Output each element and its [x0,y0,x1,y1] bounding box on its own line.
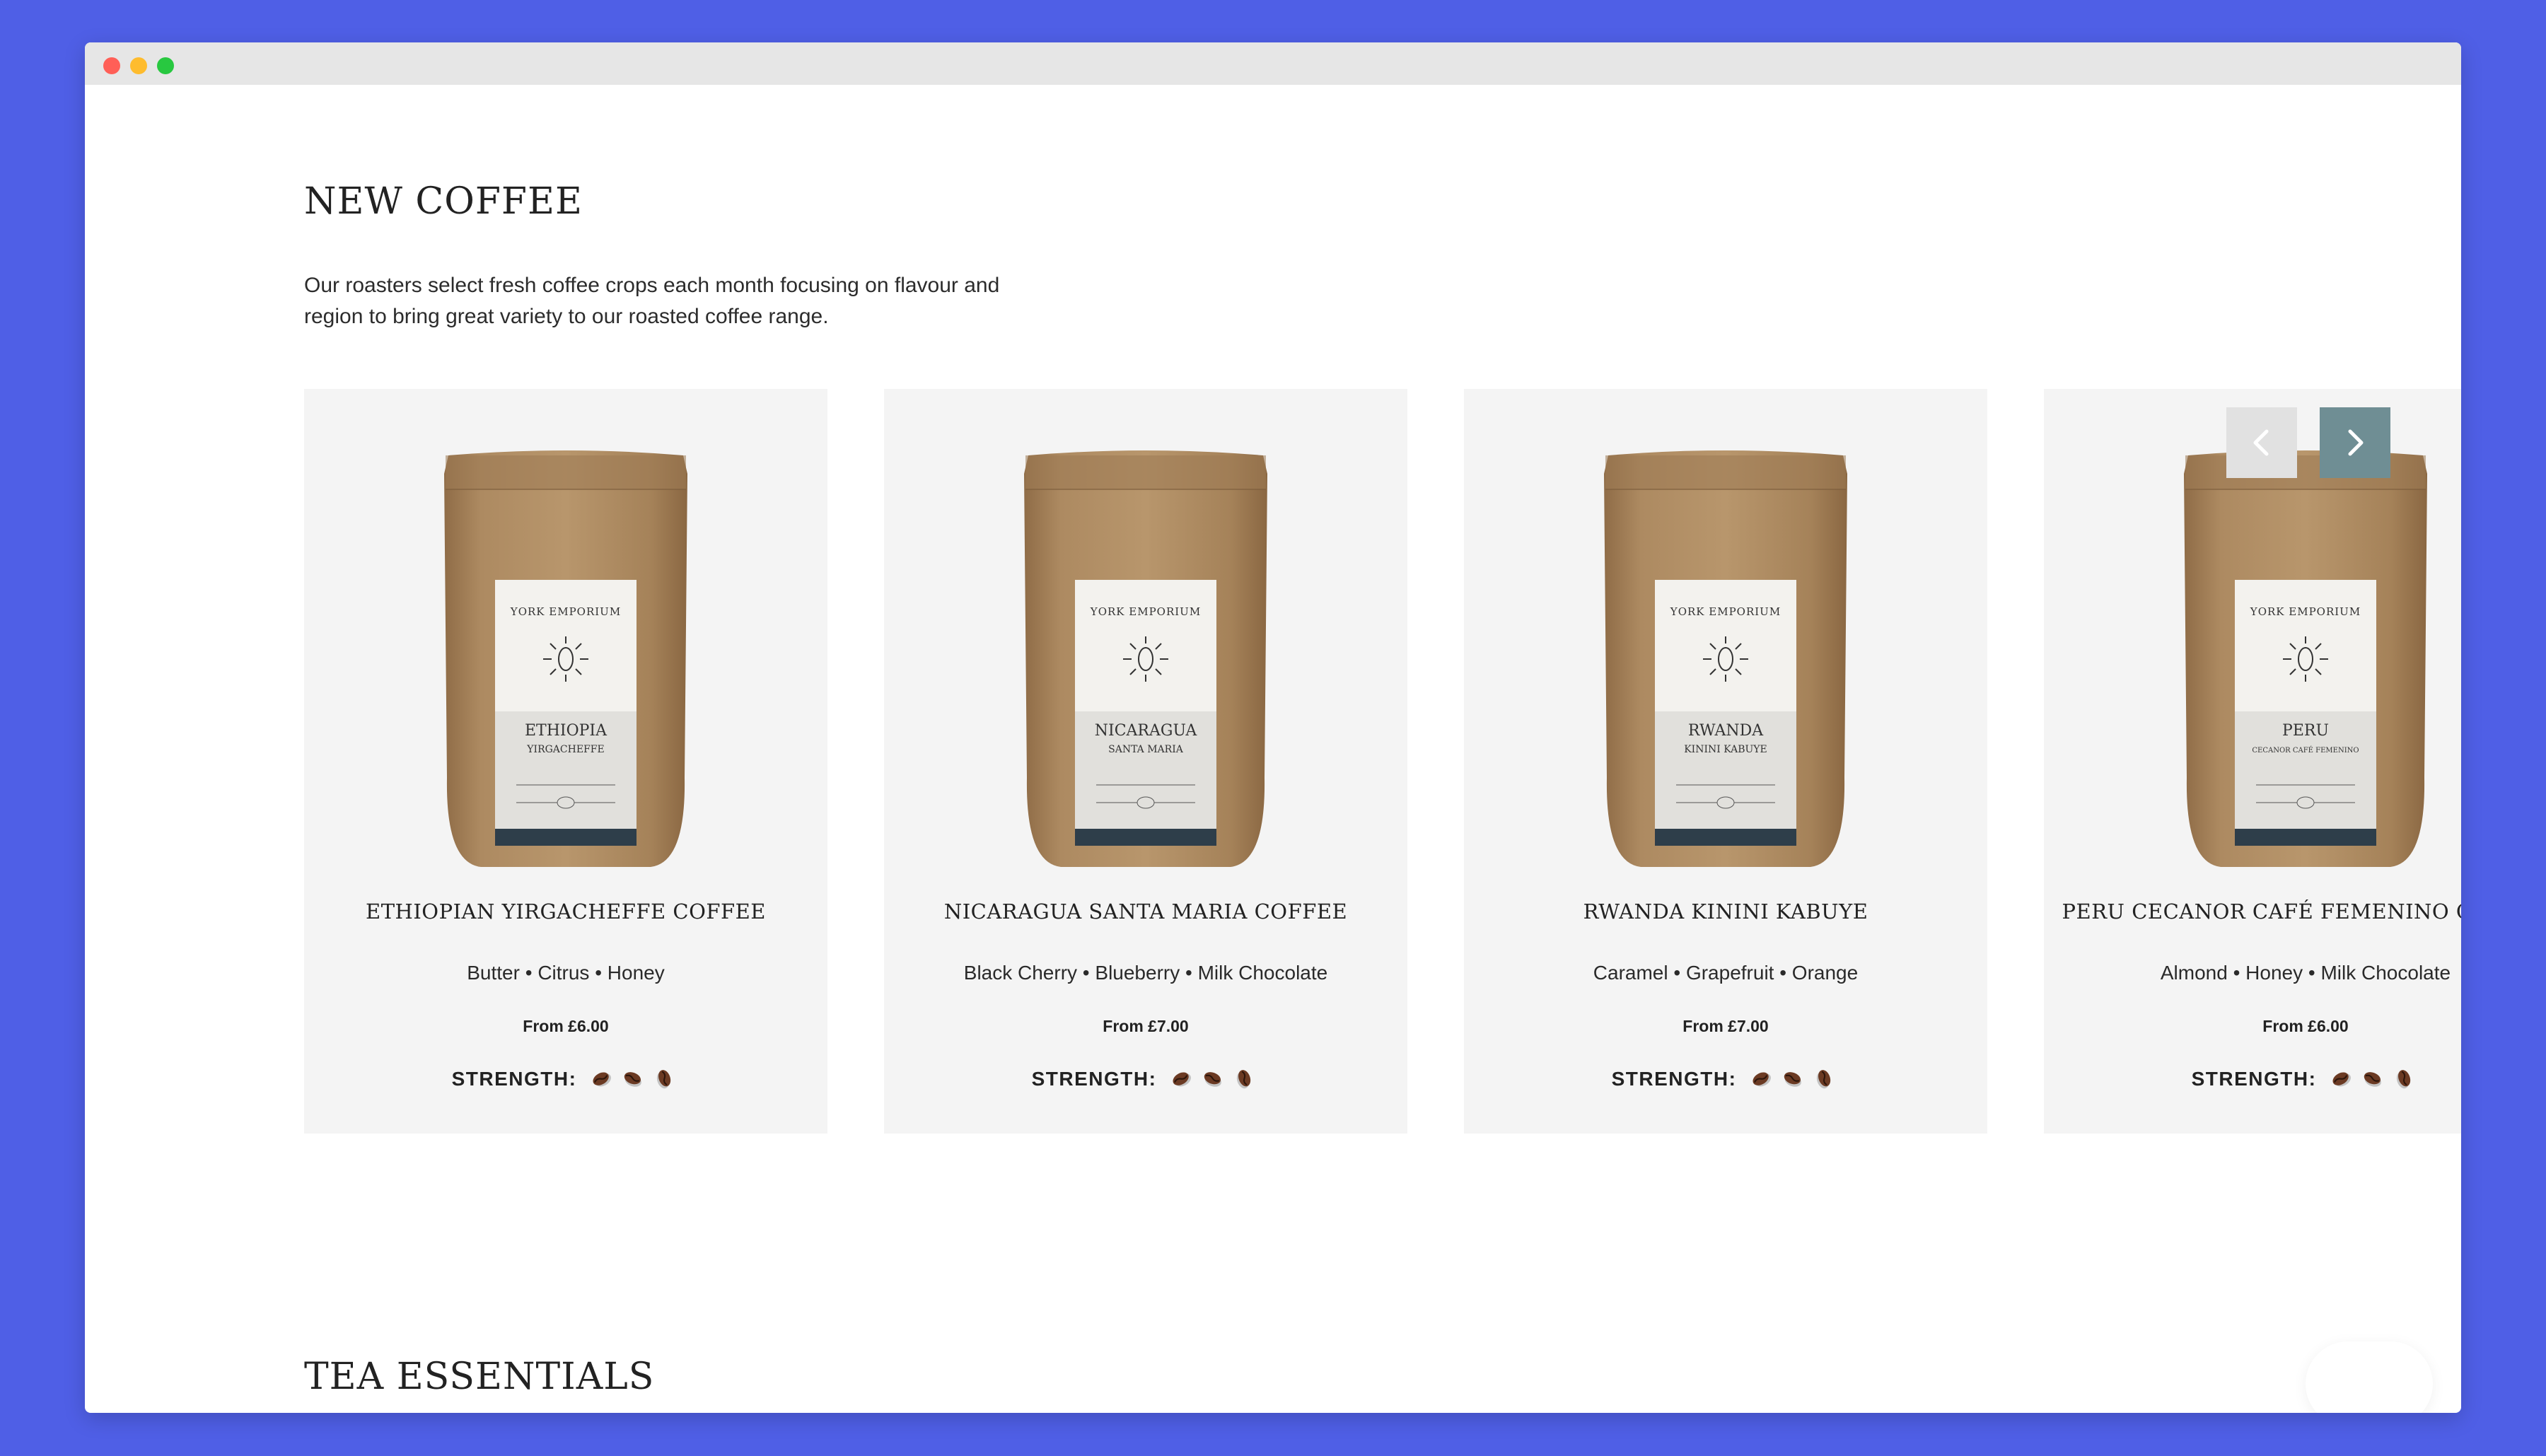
tasting-notes: Caramel • Grapefruit • Orange [1593,962,1859,984]
product-name-link[interactable]: PERU CECANOR CAFÉ FEMENINO COFFEE [2044,899,2461,924]
coffee-bean-icon [2332,1072,2352,1087]
bag-region-label: CECANOR CAFÉ FEMENINO [2252,746,2359,755]
coffee-bean-icon [1752,1072,1772,1087]
strength-rating: STRENGTH: [304,1068,827,1090]
new-coffee-heading: NEW COFFEE [304,180,583,223]
bag-origin-label: NICARAGUA [1095,722,1198,740]
bag-origin-label: RWANDA [1688,722,1764,740]
strength-label: STRENGTH: [1611,1068,1737,1090]
page-content: NEW COFFEE Our roasters select fresh cof… [85,85,2461,1413]
maximize-window-button[interactable] [157,57,174,74]
tasting-notes: Butter • Citrus • Honey [467,962,665,984]
bag-region-label: YIRGACHEFFE [526,744,604,755]
coffee-bag-image[interactable]: YORK EMPORIUM PERU CECANOR CAFÉ FEMENINO [2178,445,2433,870]
coffee-bean-icon [624,1072,642,1087]
coffee-bag-image[interactable]: YORK EMPORIUM NICARAGUA SANTA MARIA [1018,445,1273,870]
bag-brand-label: YORK EMPORIUM [510,605,621,618]
coffee-bean-icon [1784,1072,1802,1087]
chevron-right-icon [2348,429,2364,456]
bag-region-label: SANTA MARIA [1108,744,1184,755]
coffee-bean-icon [2364,1072,2382,1087]
coffee-bean-icon [1173,1072,1192,1087]
coffee-bean-icon [657,1070,671,1089]
product-name-link[interactable]: ETHIOPIAN YIRGACHEFFE COFFEE [304,899,827,924]
new-coffee-intro: Our roasters select fresh coffee crops e… [304,274,1000,328]
product-price: From £7.00 [1682,1017,1769,1035]
coffee-bag-image[interactable]: YORK EMPORIUM ETHIOPIA YIRGACHEFFE [438,445,693,870]
tasting-notes: Black Cherry • Blueberry • Milk Chocolat… [963,962,1328,984]
window-titlebar [85,42,2461,85]
product-price: From £7.00 [1103,1017,1189,1035]
browser-window: NEW COFFEE Our roasters select fresh cof… [85,42,2461,1413]
strength-rating: STRENGTH: [2044,1068,2461,1090]
coffee-bean-icon [1204,1072,1222,1087]
coffee-bean-icon [593,1072,612,1087]
bag-brand-label: YORK EMPORIUM [1670,605,1781,618]
product-card[interactable]: YORK EMPORIUM NICARAGUA SANTA MARIA NICARAG… [884,389,1407,1134]
product-price: From £6.00 [523,1017,609,1035]
tea-essentials-heading: TEA ESSENTIALS [304,1356,655,1398]
minimize-window-button[interactable] [130,57,147,74]
bag-origin-label: PERU [2282,722,2329,740]
product-card[interactable]: YORK EMPORIUM RWANDA KININI KABUYE RWANDA K… [1464,389,1987,1134]
strength-label: STRENGTH: [1031,1068,1157,1090]
strength-rating: STRENGTH: [884,1068,1407,1090]
coffee-bean-icon [1237,1070,1251,1089]
bag-region-label: KININI KABUYE [1684,744,1767,755]
strength-label: STRENGTH: [2191,1068,2317,1090]
carousel-next-button[interactable] [2320,407,2390,478]
chevron-left-icon [2253,429,2269,456]
bag-origin-label: ETHIOPIA [525,722,608,740]
tasting-notes: Almond • Honey • Milk Chocolate [2160,962,2451,984]
chat-widget-button[interactable] [2306,1341,2433,1413]
product-price: From £6.00 [2262,1017,2349,1035]
coffee-bag-image[interactable]: YORK EMPORIUM RWANDA KININI KABUYE [1598,445,1853,870]
product-name-link[interactable]: NICARAGUA SANTA MARIA COFFEE [884,899,1407,924]
strength-label: STRENGTH: [451,1068,577,1090]
product-card[interactable]: YORK EMPORIUM PERU CECANOR CAFÉ FEMENINO PE… [2044,389,2461,1134]
strength-rating: STRENGTH: [1464,1068,1987,1090]
bag-brand-label: YORK EMPORIUM [2250,605,2361,618]
product-name-link[interactable]: RWANDA KININI KABUYE [1464,899,1987,924]
bag-brand-label: YORK EMPORIUM [1090,605,1201,618]
close-window-button[interactable] [103,57,120,74]
product-card[interactable]: YORK EMPORIUM ETHIOPIA YIRGACHEFFE ETHIOPIA… [304,389,827,1134]
carousel-prev-button[interactable] [2226,407,2297,478]
coffee-bean-icon [1817,1070,1831,1089]
coffee-bean-icon [2397,1070,2411,1089]
